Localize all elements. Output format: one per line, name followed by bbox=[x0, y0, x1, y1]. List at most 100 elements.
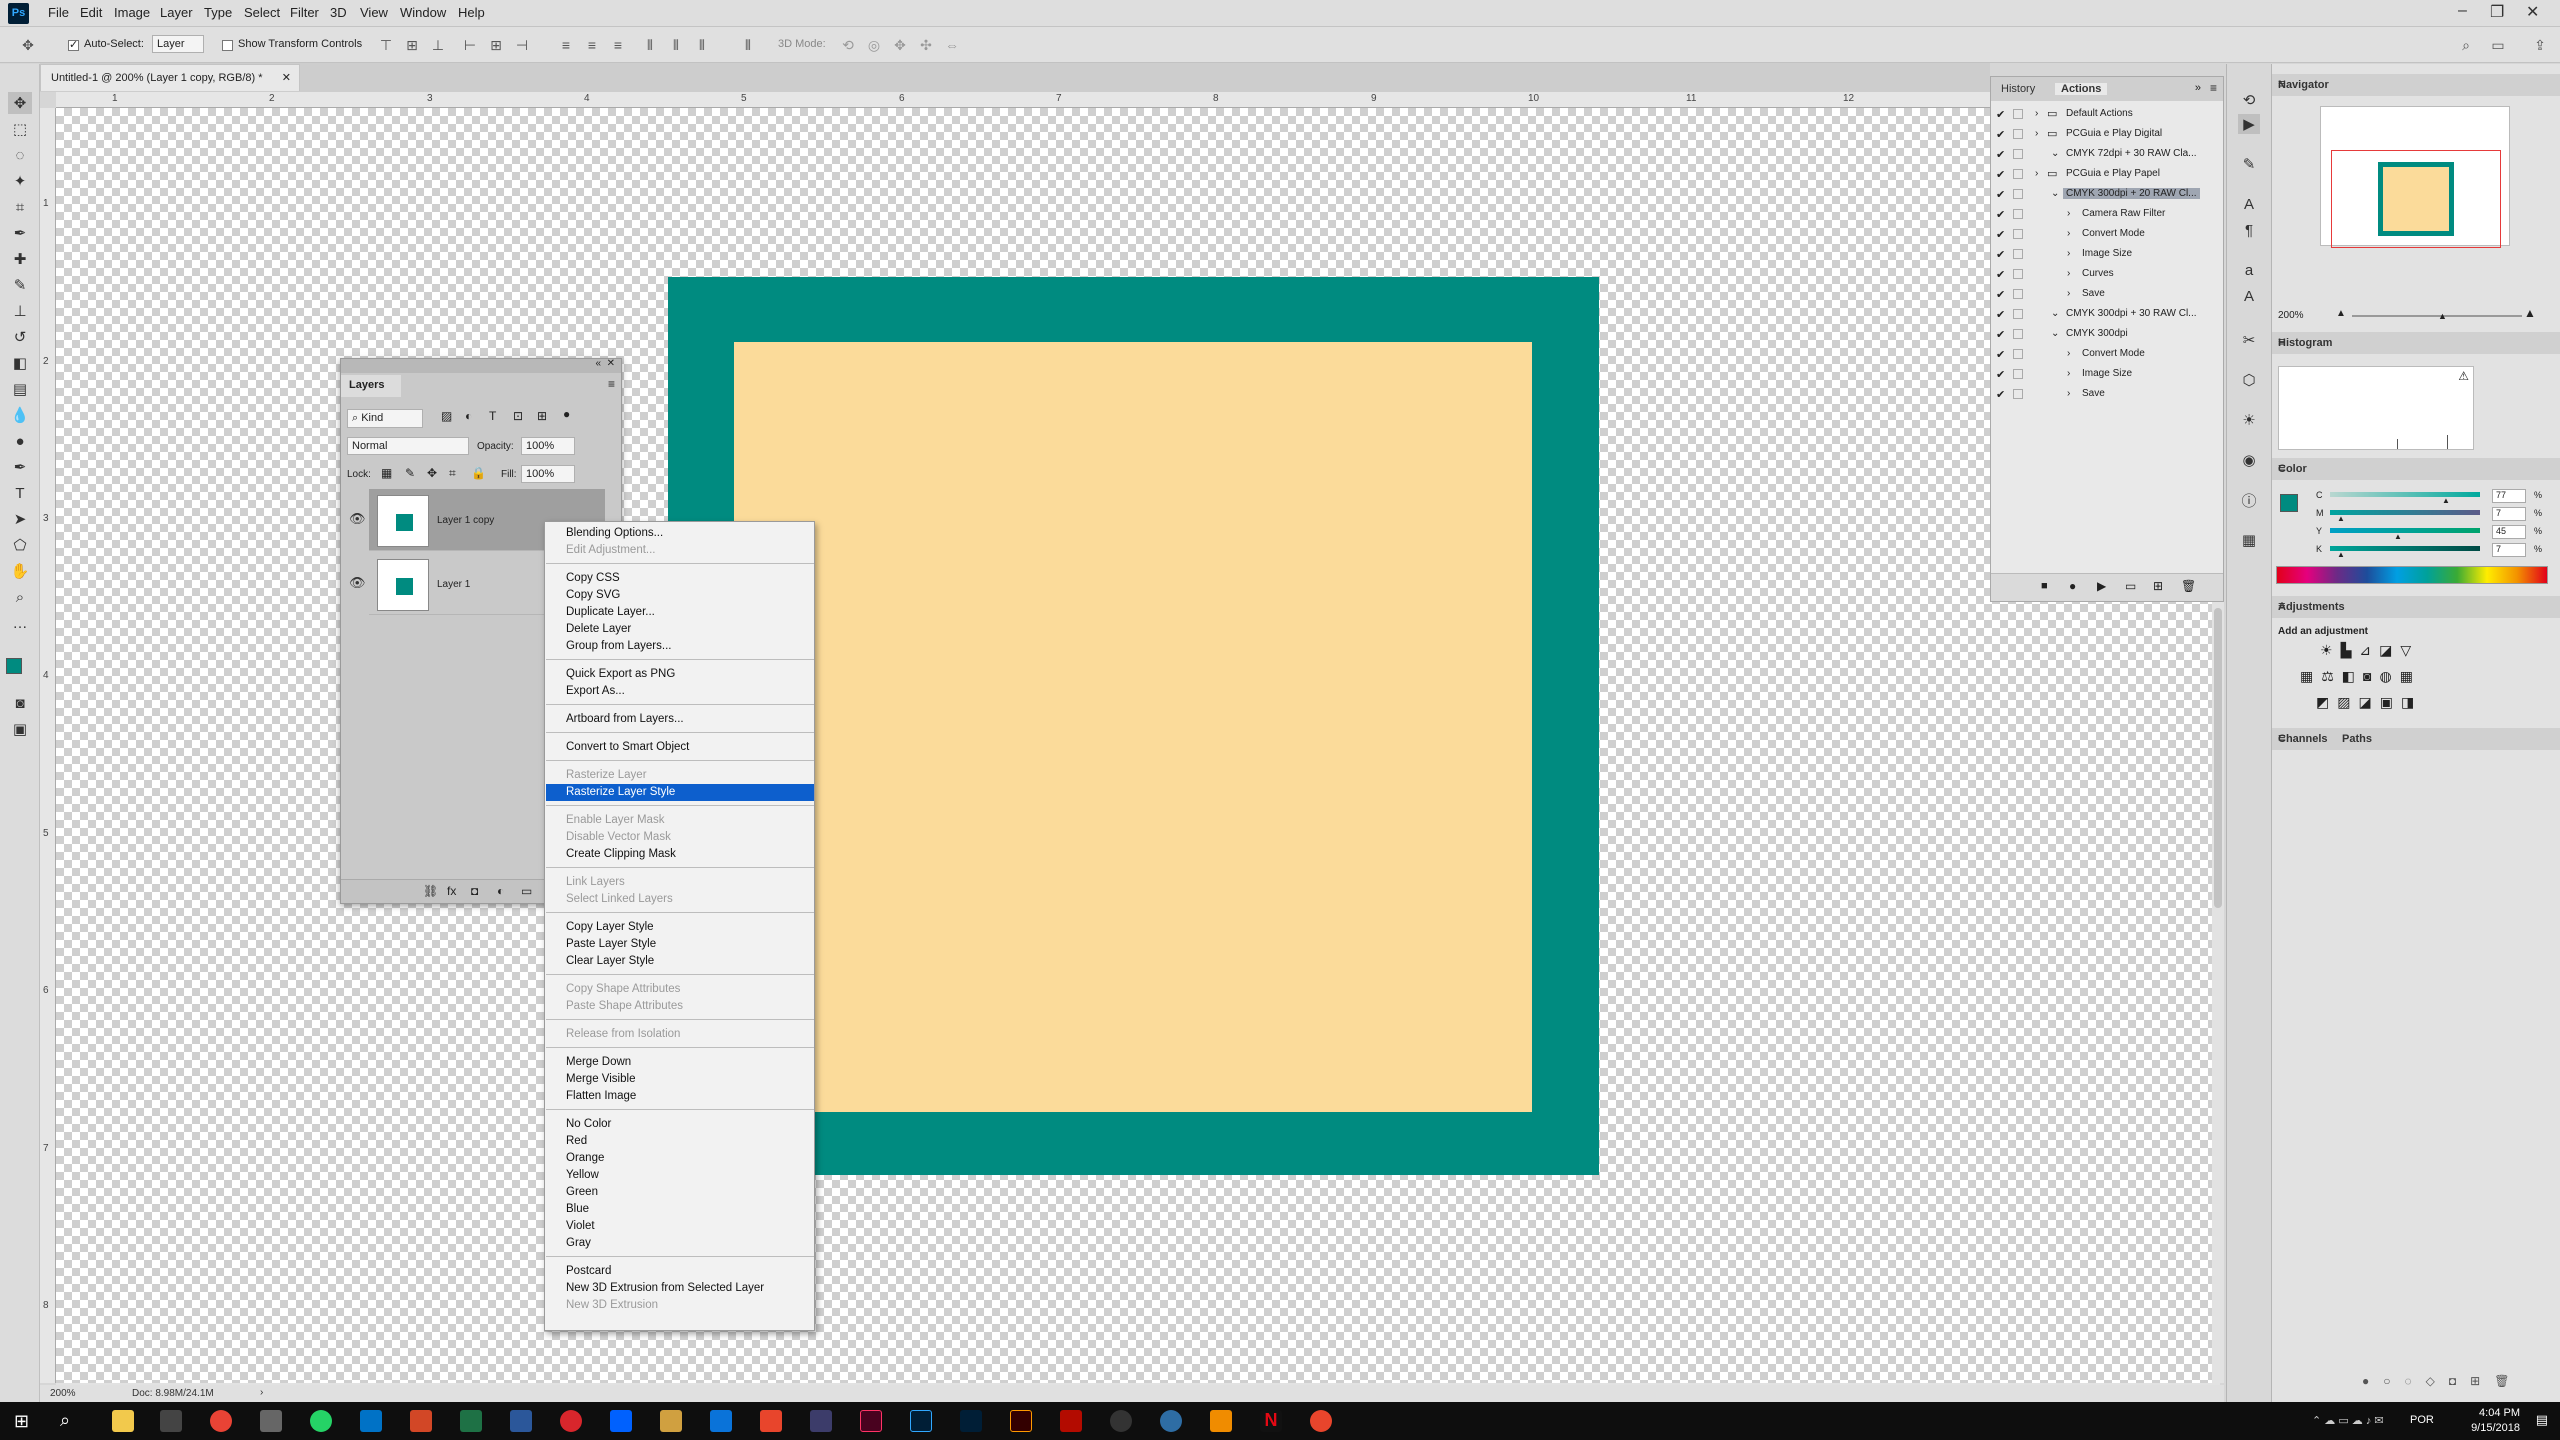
channel-slider[interactable] bbox=[2330, 492, 2480, 497]
panel-menu-icon[interactable]: ≡ bbox=[2210, 81, 2217, 95]
layer-name[interactable]: Layer 1 copy bbox=[437, 515, 494, 526]
dialog-toggle-box[interactable] bbox=[2013, 149, 2023, 159]
minimize-icon[interactable]: – bbox=[2458, 2, 2467, 20]
info-panel-icon[interactable]: ⓘ bbox=[2238, 490, 2260, 510]
history-panel-icon[interactable]: ⟲ bbox=[2238, 90, 2260, 110]
netflix-icon[interactable]: N bbox=[1260, 1410, 1282, 1432]
menu-item-select-linked-layers[interactable]: Select Linked Layers bbox=[546, 891, 814, 908]
filter-type-icon[interactable]: T bbox=[489, 409, 496, 423]
load-selection-icon[interactable]: ◌ bbox=[2405, 1374, 2426, 1388]
panel-menu-icon[interactable]: ≡ bbox=[2278, 730, 2554, 745]
add-mask-icon[interactable]: ◘ bbox=[2449, 1374, 2470, 1388]
menu-item-3d-extrusion-selected[interactable]: New 3D Extrusion from Selected Layer bbox=[546, 1280, 814, 1297]
channel-slider[interactable] bbox=[2330, 510, 2480, 515]
navigator-zoom[interactable]: 200% bbox=[2278, 310, 2304, 321]
dialog-toggle-box[interactable] bbox=[2013, 309, 2023, 319]
file-explorer-icon[interactable] bbox=[112, 1410, 134, 1432]
dodge-tool-icon[interactable]: ● bbox=[8, 430, 32, 452]
vlc-icon[interactable] bbox=[1210, 1410, 1232, 1432]
panel-menu-icon[interactable]: ≡ bbox=[608, 377, 615, 391]
menu-item-group-from-layers[interactable]: Group from Layers... bbox=[546, 638, 814, 655]
menu-item-convert-smart-object[interactable]: Convert to Smart Object bbox=[546, 739, 814, 756]
screen-mode-icon[interactable]: ▣ bbox=[8, 718, 32, 740]
foreground-color-swatch[interactable] bbox=[2280, 494, 2298, 512]
dialog-toggle-box[interactable] bbox=[2013, 369, 2023, 379]
delete-icon[interactable]: 🗑 bbox=[2181, 579, 2196, 593]
brush-settings-icon[interactable]: ✎ bbox=[2238, 154, 2260, 174]
record-icon[interactable]: ● bbox=[2069, 579, 2076, 593]
3d-panel-icon[interactable]: ⬡ bbox=[2238, 370, 2260, 390]
mail-icon[interactable] bbox=[260, 1410, 282, 1432]
menu-item-enable-layer-mask[interactable]: Enable Layer Mask bbox=[546, 812, 814, 829]
panel-menu-icon[interactable]: ≡ bbox=[2278, 76, 2554, 91]
black-white-icon[interactable]: ◧ bbox=[2342, 668, 2363, 684]
posterize-icon[interactable]: ▨ bbox=[2337, 694, 2358, 710]
dialog-toggle-box[interactable] bbox=[2013, 329, 2023, 339]
quick-mask-icon[interactable]: ◙ bbox=[8, 692, 32, 714]
blend-mode-dropdown[interactable]: Normal bbox=[347, 437, 469, 455]
chevron-icon[interactable]: › bbox=[2067, 348, 2070, 359]
menu-item-3d-extrusion[interactable]: New 3D Extrusion bbox=[546, 1297, 814, 1314]
eyedropper-icon[interactable]: ✒ bbox=[8, 222, 32, 244]
photoshop-active-icon[interactable] bbox=[910, 1410, 932, 1432]
foreground-color-swatch[interactable] bbox=[6, 658, 22, 674]
photo-filter-icon[interactable]: ◙ bbox=[2363, 668, 2379, 684]
chevron-icon[interactable]: ⌄ bbox=[2051, 148, 2059, 159]
menu-image[interactable]: Image bbox=[114, 5, 150, 20]
whatsapp-icon[interactable] bbox=[310, 1410, 332, 1432]
menu-window[interactable]: Window bbox=[400, 5, 446, 20]
paragraph-panel-icon[interactable]: ¶ bbox=[2238, 220, 2260, 240]
new-path-icon[interactable]: ⊞ bbox=[2470, 1374, 2494, 1388]
menu-item-edit-adjustment[interactable]: Edit Adjustment... bbox=[546, 542, 814, 559]
actions-panel-icon[interactable]: ▶ bbox=[2238, 114, 2260, 134]
zoom-level[interactable]: 200% bbox=[50, 1388, 76, 1399]
dialog-toggle-box[interactable] bbox=[2013, 169, 2023, 179]
action-row[interactable]: ✔ › Convert Mode bbox=[1991, 225, 2221, 245]
collapse-icon[interactable]: » bbox=[2195, 82, 2201, 94]
checkmark-icon[interactable]: ✔ bbox=[1996, 288, 2005, 301]
menu-item-release-from-isolation[interactable]: Release from Isolation bbox=[546, 1026, 814, 1043]
menu-item-blue[interactable]: Blue bbox=[546, 1201, 814, 1218]
close-window-icon[interactable]: ✕ bbox=[2526, 2, 2539, 22]
menu-help[interactable]: Help bbox=[458, 5, 485, 20]
slider-thumb[interactable]: ▲ bbox=[2337, 514, 2345, 523]
add-mask-icon[interactable]: ◘ bbox=[471, 884, 478, 898]
action-row[interactable]: ✔ ⌄ CMYK 300dpi + 20 RAW Cl... bbox=[1991, 185, 2221, 205]
3d-roll-icon[interactable]: ◎ bbox=[864, 35, 884, 55]
dialog-toggle-box[interactable] bbox=[2013, 229, 2023, 239]
checkmark-icon[interactable]: ✔ bbox=[1996, 128, 2005, 141]
chrome-icon[interactable] bbox=[210, 1410, 232, 1432]
language-indicator[interactable]: POR bbox=[2410, 1414, 2434, 1426]
menu-item-merge-down[interactable]: Merge Down bbox=[546, 1054, 814, 1071]
new-action-icon[interactable]: ⊞ bbox=[2153, 579, 2163, 593]
move-tool-icon[interactable]: ✥ bbox=[18, 35, 38, 55]
app-red-icon[interactable] bbox=[560, 1410, 582, 1432]
pen-tool-icon[interactable]: ✒ bbox=[8, 456, 32, 478]
selective-color-icon[interactable]: ▣ bbox=[2380, 694, 2401, 710]
light-panel-icon[interactable]: ☀ bbox=[2238, 410, 2260, 430]
yellow-inner-layer[interactable] bbox=[734, 342, 1532, 1112]
search-icon[interactable]: ⌕ bbox=[60, 1410, 70, 1431]
lock-artboard-icon[interactable]: ⌗ bbox=[449, 466, 456, 481]
checkmark-icon[interactable]: ✔ bbox=[1996, 348, 2005, 361]
zoom-slider-thumb[interactable]: ▲ bbox=[2438, 311, 2447, 321]
channel-value-input[interactable]: 7 bbox=[2492, 543, 2526, 557]
chevron-icon[interactable]: › bbox=[2067, 288, 2070, 299]
type-tool-icon[interactable]: T bbox=[8, 482, 32, 504]
close-panel-icon[interactable]: ✕ bbox=[607, 358, 615, 369]
checkmark-icon[interactable]: ✔ bbox=[1996, 148, 2005, 161]
channel-slider[interactable] bbox=[2330, 528, 2480, 533]
menu-item-copy-css[interactable]: Copy CSS bbox=[546, 570, 814, 587]
layer-name[interactable]: Layer 1 bbox=[437, 579, 470, 590]
menu-item-gray[interactable]: Gray bbox=[546, 1235, 814, 1252]
excel-icon[interactable] bbox=[460, 1410, 482, 1432]
onedrive-icon[interactable] bbox=[710, 1410, 732, 1432]
color-spectrum[interactable] bbox=[2276, 566, 2548, 584]
3d-slide-icon[interactable]: ✣ bbox=[916, 35, 936, 55]
dialog-toggle-box[interactable] bbox=[2013, 189, 2023, 199]
filter-pixel-icon[interactable]: ▨ bbox=[441, 409, 452, 423]
delete-path-icon[interactable]: 🗑 bbox=[2494, 1374, 2523, 1388]
gradient-tool-icon[interactable]: ▤ bbox=[8, 378, 32, 400]
menu-item-copy-layer-style[interactable]: Copy Layer Style bbox=[546, 919, 814, 936]
menu-item-duplicate-layer[interactable]: Duplicate Layer... bbox=[546, 604, 814, 621]
